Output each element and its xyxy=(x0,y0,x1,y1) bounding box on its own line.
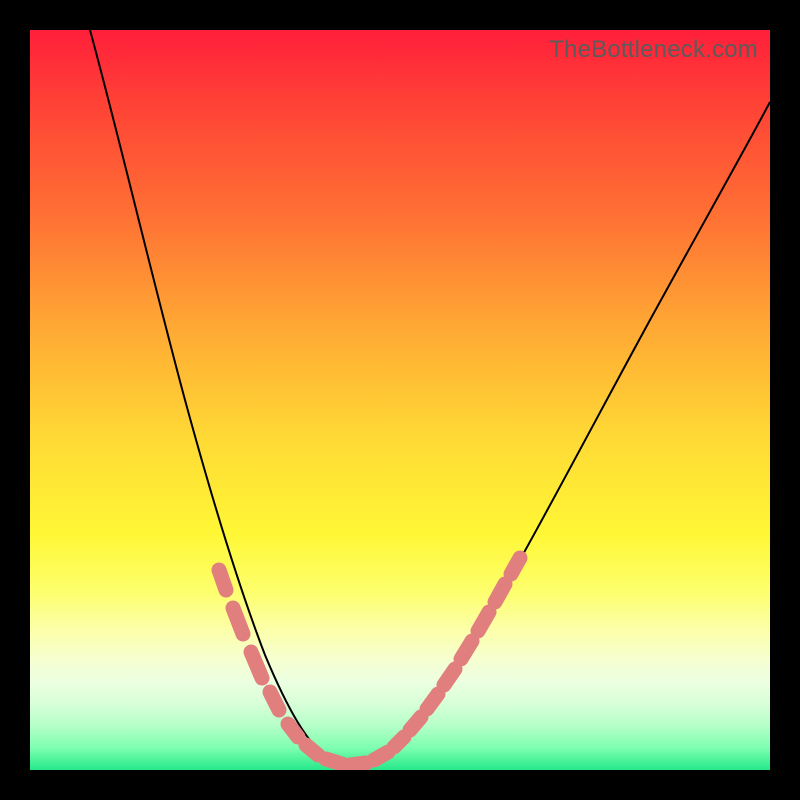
beads-right xyxy=(394,558,520,747)
curve-path xyxy=(90,30,770,766)
beads-left xyxy=(219,570,279,710)
chart-frame: TheBottleneck.com xyxy=(0,0,800,800)
bottleneck-curve xyxy=(30,30,770,770)
plot-area: TheBottleneck.com xyxy=(30,30,770,770)
